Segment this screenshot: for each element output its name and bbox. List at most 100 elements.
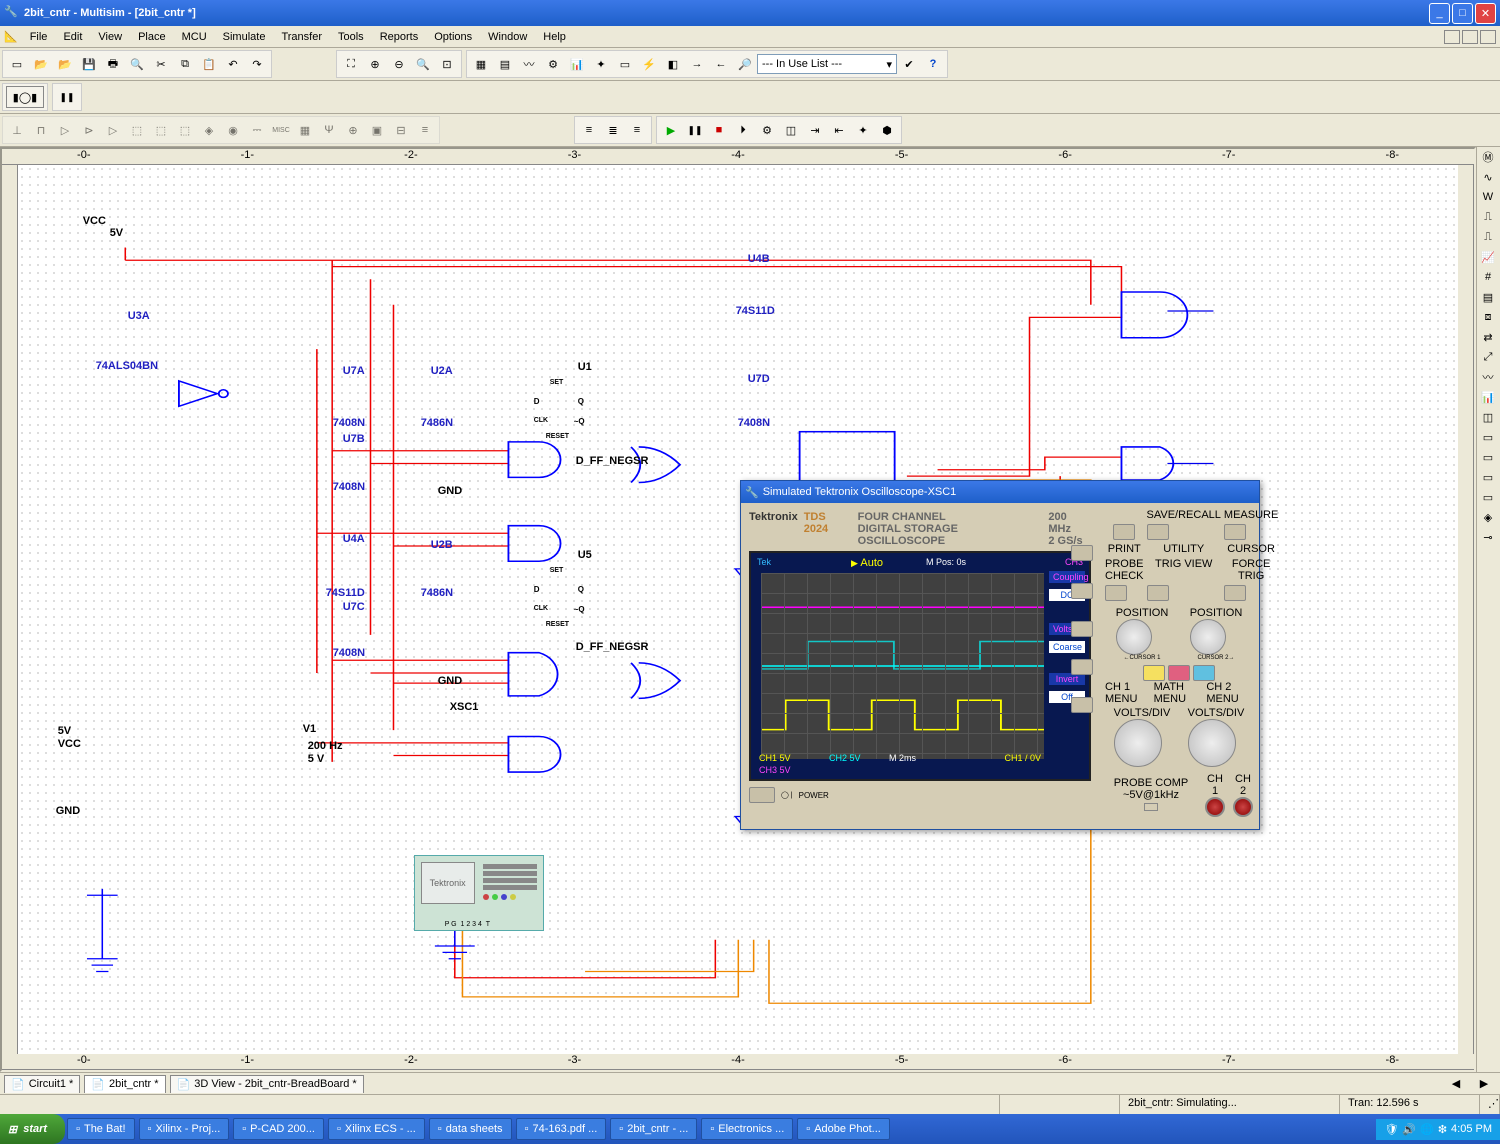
scope-position-2-knob[interactable]: [1190, 619, 1226, 655]
in-use-list-combo[interactable]: --- In Use List ---▾: [757, 54, 897, 74]
copy-button[interactable]: [174, 53, 196, 75]
toggle-spreadsheet-button[interactable]: ▦: [470, 53, 492, 75]
scope-ch1menu-button[interactable]: [1143, 665, 1165, 681]
agilent-fg-button[interactable]: ▭: [1478, 427, 1498, 447]
menu-place[interactable]: Place: [130, 29, 174, 45]
place-advanced-button[interactable]: ▦: [294, 119, 316, 141]
zoom-fit-button[interactable]: ⊡: [436, 53, 458, 75]
menu-file[interactable]: File: [22, 29, 56, 45]
maximize-button[interactable]: □: [1452, 3, 1473, 24]
align-center-button[interactable]: ≣: [602, 119, 624, 141]
redo-button[interactable]: [246, 53, 268, 75]
forward-annotate-button[interactable]: →: [686, 53, 708, 75]
scope-mathmenu-button[interactable]: [1168, 665, 1190, 681]
component-wizard-button[interactable]: ✦: [590, 53, 612, 75]
sim-analyses-button[interactable]: ◫: [780, 119, 802, 141]
tray-icon[interactable]: ❇: [1438, 1123, 1447, 1136]
scope-forcetrig-button[interactable]: [1224, 585, 1246, 601]
open-button[interactable]: [30, 53, 52, 75]
run-switch[interactable]: ▮◯▮: [6, 86, 44, 108]
labview-button[interactable]: ◈: [1478, 507, 1498, 527]
4ch-scope-button[interactable]: ⎍: [1478, 227, 1498, 247]
tray-icon[interactable]: 🌐: [1420, 1123, 1434, 1136]
agilent-scope-button[interactable]: ▭: [1478, 467, 1498, 487]
minimize-button[interactable]: _: [1429, 3, 1450, 24]
distortion-button[interactable]: 〰: [1478, 367, 1498, 387]
place-misc-digital-button[interactable]: ⬚: [174, 119, 196, 141]
scroll-left-button[interactable]: ◀: [1445, 1073, 1467, 1095]
menu-mcu[interactable]: MCU: [174, 29, 215, 45]
align-left-button[interactable]: ≡: [578, 119, 600, 141]
menu-simulate[interactable]: Simulate: [215, 29, 274, 45]
close-button[interactable]: ✕: [1475, 3, 1496, 24]
menu-window[interactable]: Window: [480, 29, 535, 45]
place-transistor-button[interactable]: ⊳: [78, 119, 100, 141]
place-cmos-button[interactable]: ⬚: [150, 119, 172, 141]
print-preview-button[interactable]: 🔍: [126, 53, 148, 75]
zoom-area-button[interactable]: 🔍: [412, 53, 434, 75]
place-analog-button[interactable]: ▷: [102, 119, 124, 141]
help-button[interactable]: ?: [922, 53, 944, 75]
taskbar-app-button[interactable]: ▫data sheets: [429, 1118, 512, 1140]
analysis-button[interactable]: 📊: [566, 53, 588, 75]
tray-icon[interactable]: 🔊: [1402, 1123, 1416, 1136]
sim-settings-button[interactable]: ⚙: [756, 119, 778, 141]
place-rf-button[interactable]: Ψ: [318, 119, 340, 141]
place-basic-button[interactable]: ⊓: [30, 119, 52, 141]
place-indicator-button[interactable]: ◉: [222, 119, 244, 141]
function-gen-button[interactable]: ∿: [1478, 167, 1498, 187]
doctab[interactable]: 📄Circuit1 *: [4, 1075, 80, 1093]
scope-position-1-knob[interactable]: [1116, 619, 1152, 655]
network-analyzer-button[interactable]: ◫: [1478, 407, 1498, 427]
sim-run-button[interactable]: [660, 119, 682, 141]
sim-stop-button[interactable]: [708, 119, 730, 141]
grapher-button[interactable]: 〰: [518, 53, 540, 75]
database-button[interactable]: ▤: [494, 53, 516, 75]
mdi-close-button[interactable]: [1480, 30, 1496, 44]
oscilloscope-button[interactable]: ⎍: [1478, 207, 1498, 227]
sim-breadboard-button[interactable]: ⇤: [828, 119, 850, 141]
find-button[interactable]: 🔎: [734, 53, 756, 75]
logic-converter-button[interactable]: ⇄: [1478, 327, 1498, 347]
multimeter-button[interactable]: Ⓜ: [1478, 147, 1498, 167]
menu-edit[interactable]: Edit: [55, 29, 90, 45]
taskbar-app-button[interactable]: ▫Xilinx - Proj...: [139, 1118, 230, 1140]
undo-button[interactable]: [222, 53, 244, 75]
taskbar-app-button[interactable]: ▫Adobe Phot...: [797, 1118, 890, 1140]
scope-ch2-bnc[interactable]: [1233, 797, 1253, 817]
taskbar-app-button[interactable]: ▫Xilinx ECS - ...: [328, 1118, 425, 1140]
oscilloscope-window[interactable]: 🔧 Simulated Tektronix Oscilloscope-XSC1 …: [740, 480, 1260, 830]
verify-button[interactable]: ✔: [898, 53, 920, 75]
align-right-button[interactable]: ≡: [626, 119, 648, 141]
print-button[interactable]: [102, 53, 124, 75]
scope-probecheck-button[interactable]: [1105, 585, 1127, 601]
logic-analyzer-button[interactable]: ⧈: [1478, 307, 1498, 327]
sim-probe-button[interactable]: ⇥: [804, 119, 826, 141]
open-sample-button[interactable]: [54, 53, 76, 75]
tek-scope-button[interactable]: ▭: [1478, 487, 1498, 507]
system-tray[interactable]: 🛡 🔊 🌐 ❇ 4:05 PM: [1376, 1119, 1500, 1140]
word-gen-button[interactable]: ▤: [1478, 287, 1498, 307]
pause-switch[interactable]: [56, 86, 78, 108]
wattmeter-button[interactable]: W: [1478, 187, 1498, 207]
mdi-minimize-button[interactable]: [1444, 30, 1460, 44]
current-probe-button[interactable]: ⊸: [1478, 527, 1498, 547]
menu-tools[interactable]: Tools: [330, 29, 372, 45]
place-bus-button[interactable]: ≡: [414, 119, 436, 141]
agilent-mm-button[interactable]: ▭: [1478, 447, 1498, 467]
paste-button[interactable]: [198, 53, 220, 75]
place-misc-button[interactable]: MISC: [270, 119, 292, 141]
scope-measure-button[interactable]: [1224, 524, 1246, 540]
scope-softkey-1[interactable]: [1071, 545, 1093, 561]
freq-counter-button[interactable]: #: [1478, 267, 1498, 287]
iv-analyzer-button[interactable]: ⤢: [1478, 347, 1498, 367]
fullscreen-button[interactable]: ⛶: [340, 53, 362, 75]
sim-3d-button[interactable]: ⬢: [876, 119, 898, 141]
taskbar-app-button[interactable]: ▫Electronics ...: [701, 1118, 793, 1140]
menu-view[interactable]: View: [90, 29, 130, 45]
taskbar-app-button[interactable]: ▫P-CAD 200...: [233, 1118, 324, 1140]
back-annotate-button[interactable]: ←: [710, 53, 732, 75]
scope-voltsdiv-2-knob[interactable]: [1188, 719, 1236, 767]
tray-icon[interactable]: 🛡: [1384, 1123, 1398, 1136]
scope-ch1-bnc[interactable]: [1205, 797, 1225, 817]
